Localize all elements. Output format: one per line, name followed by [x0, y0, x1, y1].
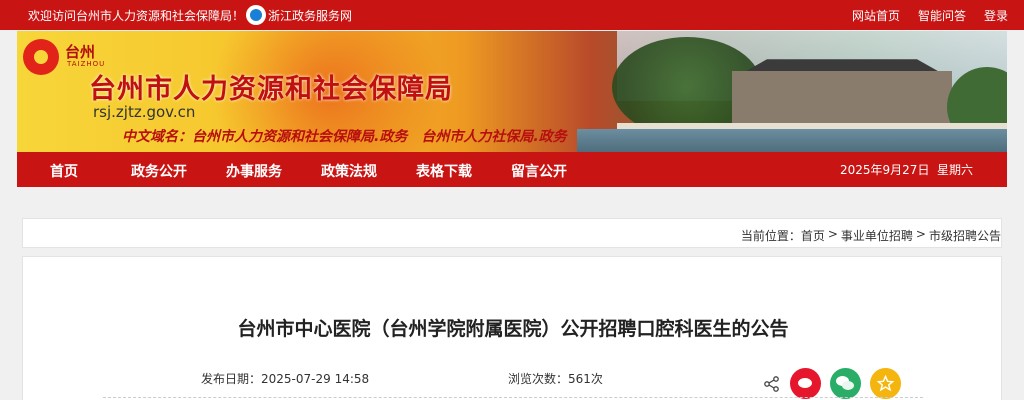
taizhou-logo-icon — [23, 39, 59, 75]
home-link[interactable]: 网站首页 — [852, 7, 900, 24]
nav-item-forms[interactable]: 表格下载 — [416, 161, 472, 181]
divider — [103, 397, 923, 398]
breadcrumb-recruitment[interactable]: 事业单位招聘 — [841, 227, 913, 244]
top-bar: 欢迎访问台州市人力资源和社会保障局！ 浙江政务服务网 网站首页 智能问答 登录 — [0, 0, 1024, 30]
main-nav: 首页 政务公开 办事服务 政策法规 表格下载 留言公开 2025年9月27日 星… — [17, 152, 1007, 187]
zj-service-label: 浙江政务服务网 — [268, 8, 353, 23]
welcome-text: 欢迎访问台州市人力资源和社会保障局！ — [28, 9, 245, 23]
banner: 台州 TAIZHOU 台州市人力资源和社会保障局 rsj.zjtz.gov.cn… — [17, 31, 1007, 152]
favorite-icon[interactable] — [870, 368, 901, 399]
login-link[interactable]: 登录 — [984, 7, 1008, 24]
weibo-icon[interactable] — [790, 368, 821, 399]
nav-item-gov-affairs[interactable]: 政务公开 — [131, 161, 187, 181]
nav-item-messages[interactable]: 留言公开 — [511, 161, 567, 181]
cn-domain: 中文域名：台州市人力资源和社会保障局.政务 台州市人力社保局.政务 — [122, 129, 567, 145]
breadcrumb-label: 当前位置： — [740, 229, 801, 243]
publish-value: 2025-07-29 14:58 — [261, 372, 370, 386]
nav-item-home[interactable]: 首页 — [50, 161, 78, 181]
smart-qa-link[interactable]: 智能问答 — [918, 7, 966, 24]
publish-date: 发布日期：2025-07-29 14:58 — [201, 370, 369, 387]
zj-service-icon — [246, 5, 266, 25]
article-title: 台州市中心医院（台州学院附属医院）公开招聘口腔科医生的公告 — [237, 318, 789, 340]
zj-service-link[interactable]: 浙江政务服务网 — [246, 5, 352, 25]
breadcrumb-home[interactable]: 首页 — [801, 227, 825, 244]
article-panel: 台州市中心医院（台州学院附属医院）公开招聘口腔科医生的公告 发布日期：2025-… — [22, 256, 1002, 400]
view-count: 浏览次数：561次 — [508, 370, 603, 387]
wechat-icon[interactable] — [830, 368, 861, 399]
share-icon[interactable] — [763, 375, 781, 393]
pavilion — [732, 71, 952, 131]
site-title: 台州市人力资源和社会保障局 — [89, 74, 453, 105]
views-label: 浏览次数： — [508, 372, 569, 386]
nav-item-services[interactable]: 办事服务 — [226, 161, 282, 181]
breadcrumb: 当前位置： 首页 > 事业单位招聘 > 市级招聘公告 — [22, 218, 1002, 248]
nav-item-policies[interactable]: 政策法规 — [321, 161, 377, 181]
share-bar — [763, 368, 901, 399]
site-domain: rsj.zjtz.gov.cn — [93, 103, 196, 121]
top-links: 网站首页 智能问答 登录 — [852, 7, 1008, 24]
breadcrumb-sep: > — [915, 227, 926, 241]
current-date: 2025年9月27日 — [840, 163, 930, 177]
current-weekday: 星期六 — [937, 163, 974, 177]
views-value: 561次 — [568, 372, 603, 386]
publish-label: 发布日期： — [201, 372, 262, 386]
logo-text: 台州 — [65, 43, 96, 61]
breadcrumb-city-notices[interactable]: 市级招聘公告 — [929, 227, 1001, 244]
breadcrumb-sep: > — [827, 227, 838, 241]
